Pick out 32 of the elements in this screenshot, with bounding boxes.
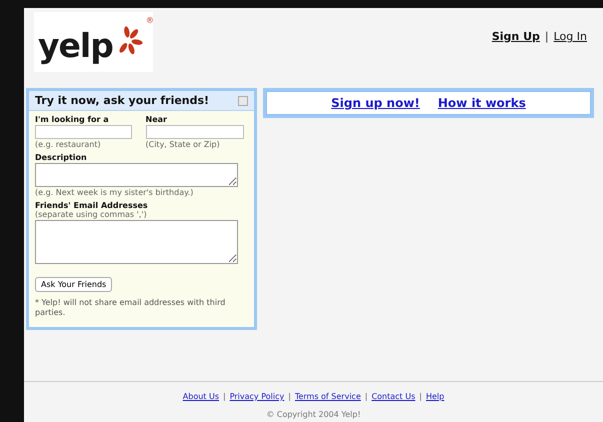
privacy-note: * Yelp! will not share email addresses with third parties. [35, 298, 226, 319]
text-area[interactable] [35, 220, 238, 264]
separator: | [419, 392, 422, 401]
field-hint: (e.g. restaurant) [35, 140, 102, 149]
copyright: © Copyright 2004 Yelp! [266, 410, 361, 419]
panel-title: Try it now, ask your friends! [35, 94, 210, 107]
footer-link[interactable]: About Us [182, 392, 219, 401]
footer-link[interactable]: Privacy Policy [230, 392, 284, 401]
account-link[interactable]: Sign Up [492, 30, 540, 43]
field-label: Friends' Email Addresses [35, 201, 149, 210]
footer-link[interactable]: Terms of Service [294, 392, 361, 401]
logo[interactable]: yelp ® [34, 12, 153, 72]
field-label: Near [146, 115, 168, 124]
field-hint: (e.g. Next week is my sister's birthday.) [35, 188, 194, 197]
text-area[interactable] [35, 163, 238, 187]
promo-link[interactable]: How it works [438, 96, 526, 110]
separator: | [223, 392, 226, 401]
field-label: Description [35, 153, 88, 162]
collapse-icon[interactable] [238, 96, 248, 106]
footer-link[interactable]: Help [426, 392, 444, 401]
footer-link[interactable]: Contact Us [372, 392, 416, 401]
separator: | [288, 392, 291, 401]
field-hint: (City, State or Zip) [146, 140, 221, 149]
field-hint: (separate using commas ',') [35, 210, 148, 219]
promo-link[interactable]: Sign up now! [331, 96, 420, 110]
input-field[interactable] [146, 125, 244, 139]
ask-friends-button[interactable]: Ask Your Friends [35, 277, 112, 292]
field-label: I'm looking for a [35, 115, 110, 124]
separator: | [544, 30, 549, 43]
input-field[interactable] [35, 125, 132, 139]
separator: | [364, 392, 368, 401]
account-link[interactable]: Log In [554, 30, 587, 43]
